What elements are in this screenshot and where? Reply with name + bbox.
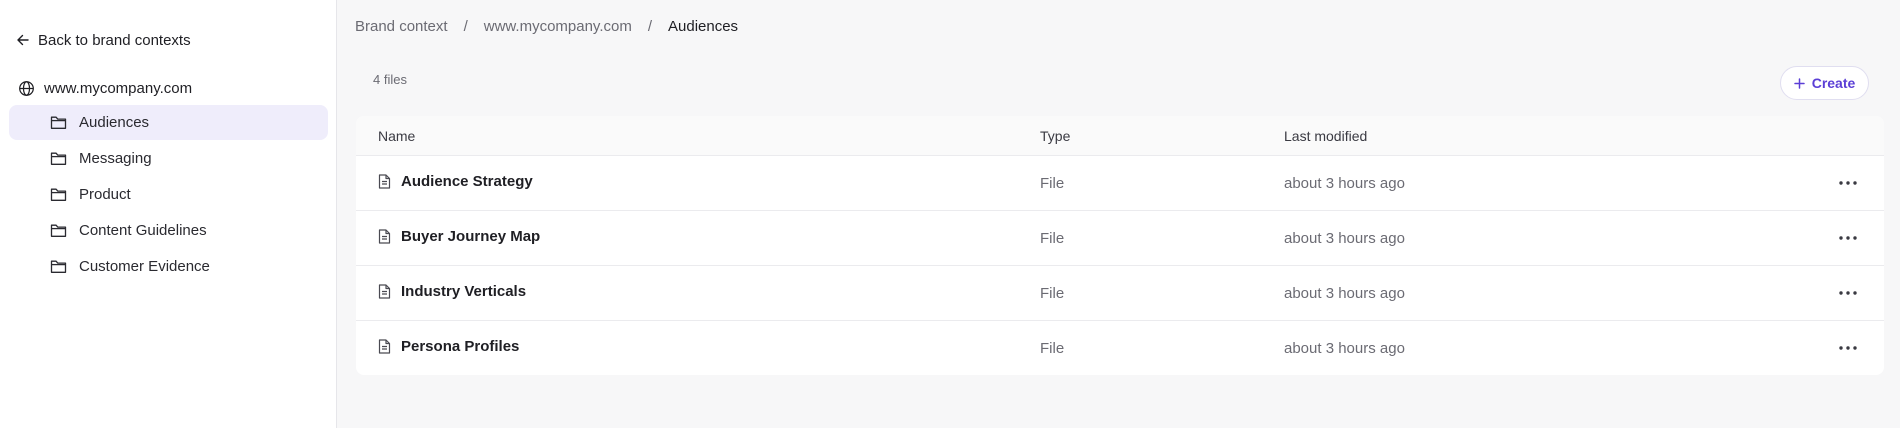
sidebar-item-label: Content Guidelines xyxy=(79,222,207,239)
arrow-left-icon xyxy=(17,34,29,46)
file-text-icon xyxy=(378,339,391,354)
files-table: Name Type Last modified Audience Strateg… xyxy=(356,116,1884,375)
sidebar-item-label: Audiences xyxy=(79,114,150,131)
file-type: File xyxy=(1040,175,1065,192)
file-name-cell[interactable]: Industry Verticals xyxy=(378,283,526,300)
folder-icon xyxy=(50,224,67,237)
row-actions-button[interactable] xyxy=(1836,172,1860,194)
sidebar-item-audiences[interactable]: Audiences xyxy=(9,105,328,140)
file-type: File xyxy=(1040,230,1065,247)
file-type: File xyxy=(1040,285,1065,302)
breadcrumb-item-current: Audiences xyxy=(668,17,739,35)
column-header-last-modified[interactable]: Last modified xyxy=(1284,128,1367,144)
sidebar-item-product[interactable]: Product xyxy=(9,177,328,212)
create-button[interactable]: Create xyxy=(1780,66,1869,100)
sidebar: Back to brand contexts www.mycompany.com… xyxy=(0,0,337,428)
file-count: 4 files xyxy=(373,72,407,87)
column-header-type[interactable]: Type xyxy=(1040,128,1070,144)
file-name-cell[interactable]: Audience Strategy xyxy=(378,173,533,190)
folder-icon xyxy=(50,188,67,201)
file-name: Persona Profiles xyxy=(401,338,520,355)
more-horizontal-icon xyxy=(1839,236,1857,240)
sidebar-item-label: Messaging xyxy=(79,150,152,167)
file-text-icon xyxy=(378,284,391,299)
plus-icon xyxy=(1793,77,1805,89)
back-to-brand-contexts-link[interactable]: Back to brand contexts xyxy=(16,28,191,52)
file-name: Industry Verticals xyxy=(401,283,527,300)
main-content: Brand context / www.mycompany.com / Audi… xyxy=(338,0,1900,428)
row-actions-button[interactable] xyxy=(1836,282,1860,304)
file-text-icon xyxy=(378,229,391,244)
file-last-modified: about 3 hours ago xyxy=(1284,285,1405,302)
table-row[interactable]: Persona Profiles File about 3 hours ago xyxy=(356,321,1884,375)
column-header-name[interactable]: Name xyxy=(378,128,415,144)
create-button-label: Create xyxy=(1811,75,1856,91)
file-text-icon xyxy=(378,174,391,189)
sidebar-item-label: Customer Evidence xyxy=(79,258,210,275)
breadcrumb-item-site[interactable]: www.mycompany.com xyxy=(484,18,632,35)
breadcrumb: Brand context / www.mycompany.com / Audi… xyxy=(355,14,738,38)
more-horizontal-icon xyxy=(1839,346,1857,350)
file-type: File xyxy=(1040,340,1065,357)
sidebar-item-messaging[interactable]: Messaging xyxy=(9,141,328,176)
row-actions-button[interactable] xyxy=(1836,337,1860,359)
folder-icon xyxy=(50,116,67,129)
globe-icon xyxy=(19,80,34,96)
sidebar-item-content-guidelines[interactable]: Content Guidelines xyxy=(9,213,328,248)
table-row[interactable]: Audience Strategy File about 3 hours ago xyxy=(356,156,1884,211)
table-row[interactable]: Industry Verticals File about 3 hours ag… xyxy=(356,266,1884,321)
file-name: Buyer Journey Map xyxy=(401,228,541,245)
file-last-modified: about 3 hours ago xyxy=(1284,230,1405,247)
more-horizontal-icon xyxy=(1839,291,1857,295)
table-header: Name Type Last modified xyxy=(356,116,1884,156)
sidebar-item-label: Product xyxy=(79,186,131,203)
file-name: Audience Strategy xyxy=(401,173,533,190)
file-name-cell[interactable]: Persona Profiles xyxy=(378,338,519,355)
breadcrumb-separator: / xyxy=(647,17,652,35)
more-horizontal-icon xyxy=(1839,181,1857,185)
row-actions-button[interactable] xyxy=(1836,227,1860,249)
site-root-label: www.mycompany.com xyxy=(44,79,193,97)
back-link-label: Back to brand contexts xyxy=(38,31,191,49)
sidebar-item-customer-evidence[interactable]: Customer Evidence xyxy=(9,249,328,284)
file-name-cell[interactable]: Buyer Journey Map xyxy=(378,228,540,245)
breadcrumb-separator: / xyxy=(463,17,468,35)
file-last-modified: about 3 hours ago xyxy=(1284,340,1405,357)
table-row[interactable]: Buyer Journey Map File about 3 hours ago xyxy=(356,211,1884,266)
site-root-item[interactable]: www.mycompany.com xyxy=(18,76,192,100)
folder-icon xyxy=(50,260,67,273)
breadcrumb-item-brand-context[interactable]: Brand context xyxy=(355,18,448,35)
folder-icon xyxy=(50,152,67,165)
file-last-modified: about 3 hours ago xyxy=(1284,175,1405,192)
